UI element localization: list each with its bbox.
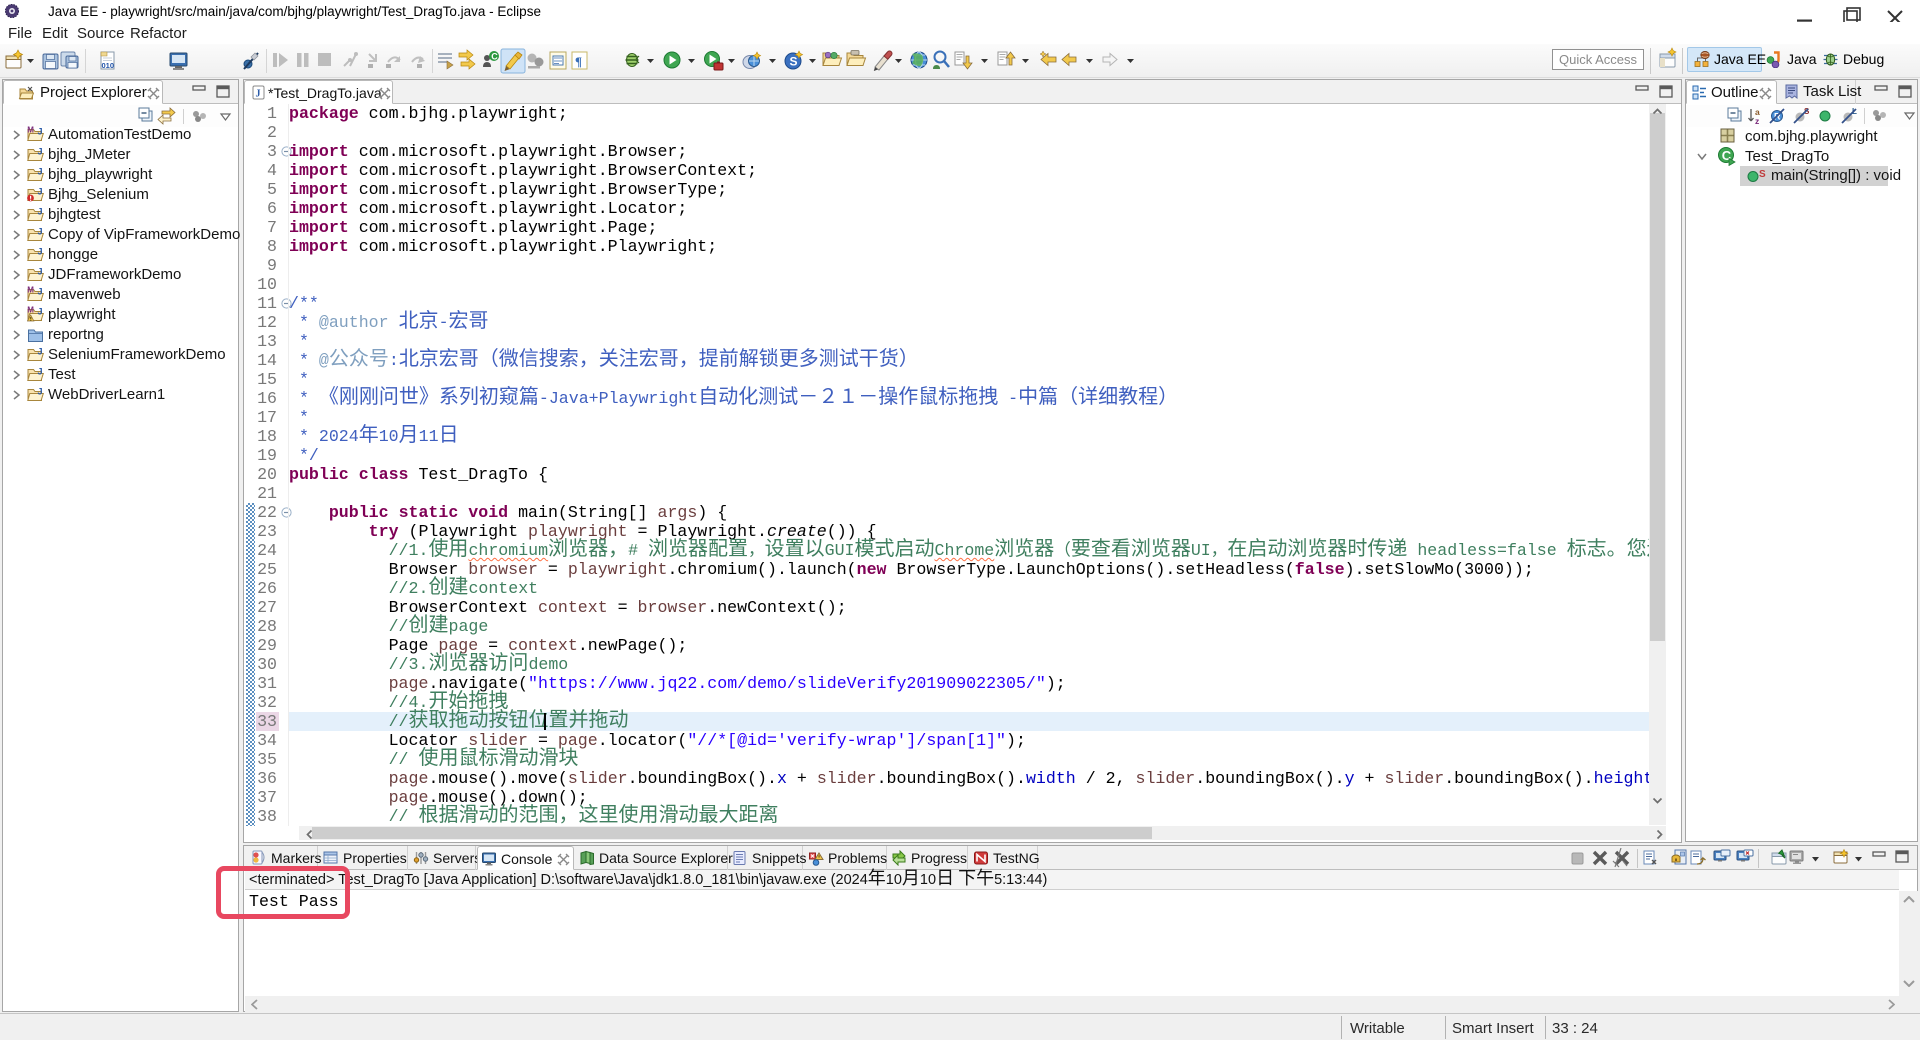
- svg-text:¶: ¶: [575, 54, 582, 69]
- svg-text:J: J: [38, 387, 43, 397]
- svg-text:C: C: [491, 52, 498, 62]
- svg-text:J: J: [38, 287, 43, 297]
- svg-text:J: J: [256, 89, 261, 100]
- svg-text:J: J: [38, 307, 43, 317]
- svg-text:J: J: [38, 207, 43, 217]
- svg-text:J: J: [38, 367, 43, 377]
- svg-text:J: J: [38, 347, 43, 357]
- svg-text:J: J: [38, 167, 43, 177]
- svg-text:010: 010: [102, 61, 115, 70]
- svg-text:z: z: [1755, 116, 1759, 126]
- svg-text:J: J: [38, 247, 43, 257]
- svg-text:J: J: [38, 227, 43, 237]
- svg-text:J: J: [38, 147, 43, 157]
- svg-text:J: J: [38, 267, 43, 277]
- svg-text:M: M: [27, 126, 34, 135]
- svg-text:M: M: [27, 286, 34, 295]
- svg-text:J: J: [38, 187, 43, 197]
- svg-text:S: S: [1759, 169, 1766, 180]
- svg-text:S: S: [790, 55, 798, 69]
- svg-text:M: M: [27, 306, 34, 315]
- svg-text:J: J: [38, 127, 43, 137]
